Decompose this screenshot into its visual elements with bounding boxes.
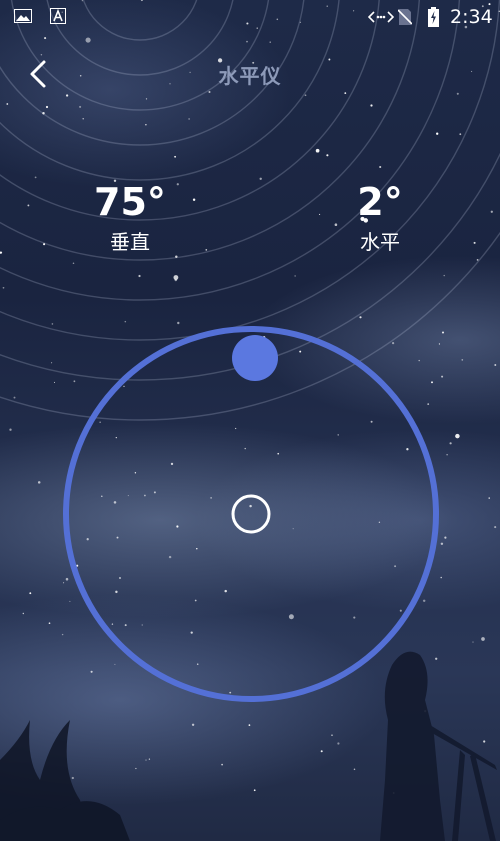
level-ring bbox=[63, 326, 439, 702]
level-bubble bbox=[232, 335, 278, 381]
center-target-marker bbox=[231, 494, 271, 534]
bubble-level bbox=[63, 326, 439, 702]
app-screen: 2:34 水平仪 75° 垂直 2° 水平 bbox=[0, 0, 500, 841]
